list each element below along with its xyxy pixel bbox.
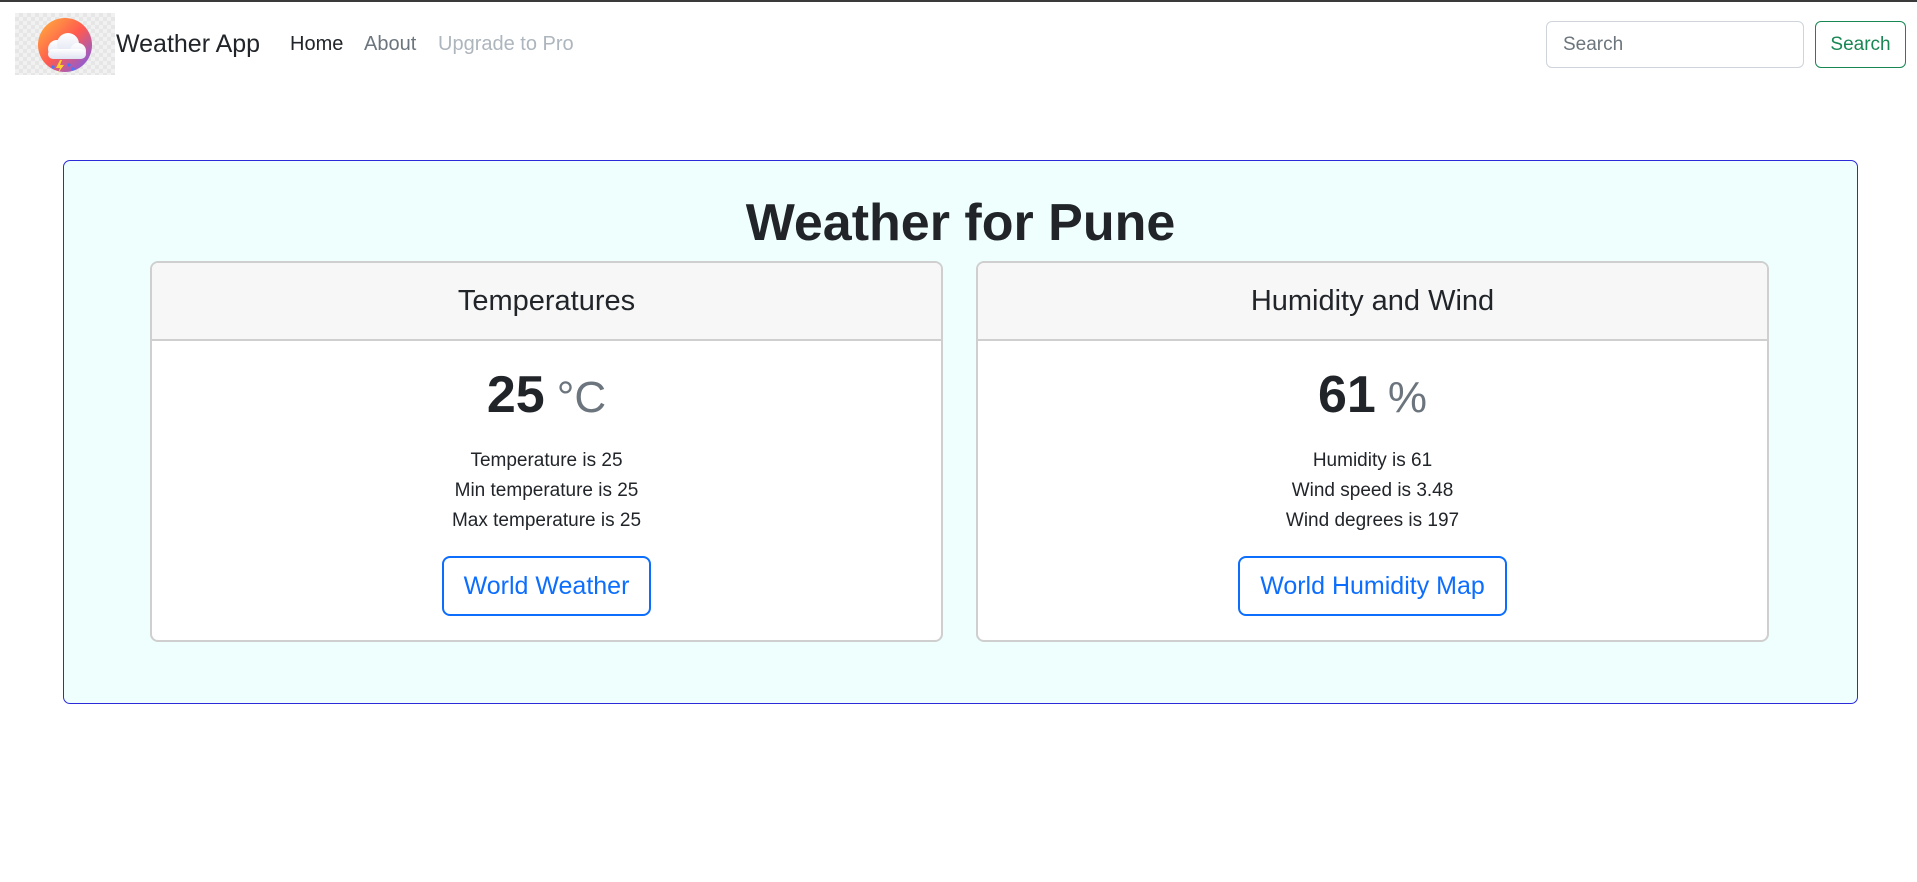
stat-line: Max temperature is 25 [451, 510, 642, 531]
temperature-unit: °C [556, 373, 607, 422]
temperature-stats: Temperature is 25 Min temperature is 25 … [152, 446, 941, 536]
humidity-unit: % [1387, 373, 1427, 422]
card-header: Humidity and Wind [978, 263, 1767, 341]
nav-link-home[interactable]: Home [290, 33, 343, 56]
temperature-value: 25 [486, 366, 545, 424]
humidity-value: 61 [1318, 366, 1376, 424]
card-body: 61% Humidity is 61 Wind speed is 3.48 Wi… [978, 365, 1767, 616]
stat-line: Wind speed is 3.48 [1291, 480, 1454, 501]
stat-line: Humidity is 61 [1312, 450, 1433, 471]
page-title: Weather for Pune [745, 194, 1176, 252]
stat-line: Temperature is 25 [470, 450, 623, 471]
search-input[interactable] [1546, 21, 1804, 68]
temperature-readout: 25 °C [152, 365, 941, 425]
temperatures-card: Temperatures 25 °C Temperature is 25 Min … [150, 261, 943, 642]
nav-link-upgrade-to-pro: Upgrade to Pro [438, 33, 574, 55]
weather-panel: Weather for Pune Temperatures 25 °C Tempe… [63, 160, 1858, 704]
search-button[interactable]: Search [1815, 21, 1906, 68]
navbar: Weather App Home About Upgrade to Pro Se… [0, 2, 1917, 86]
brand-name-link[interactable]: Weather App [116, 30, 260, 59]
humidity-wind-card: Humidity and Wind 61% Humidity is 61 Win… [976, 261, 1769, 642]
stat-line: Wind degrees is 197 [1285, 510, 1460, 531]
stat-line: Min temperature is 25 [454, 480, 639, 501]
nav-link-about[interactable]: About [364, 33, 416, 56]
world-humidity-map-button[interactable]: World Humidity Map [1238, 556, 1507, 616]
card-header: Temperatures [152, 263, 941, 341]
humidity-wind-stats: Humidity is 61 Wind speed is 3.48 Wind d… [978, 446, 1767, 536]
weather-logo-icon[interactable] [15, 13, 115, 75]
world-weather-button[interactable]: World Weather [441, 556, 652, 616]
humidity-readout: 61% [978, 365, 1767, 425]
card-body: 25 °C Temperature is 25 Min temperature i… [152, 365, 941, 616]
